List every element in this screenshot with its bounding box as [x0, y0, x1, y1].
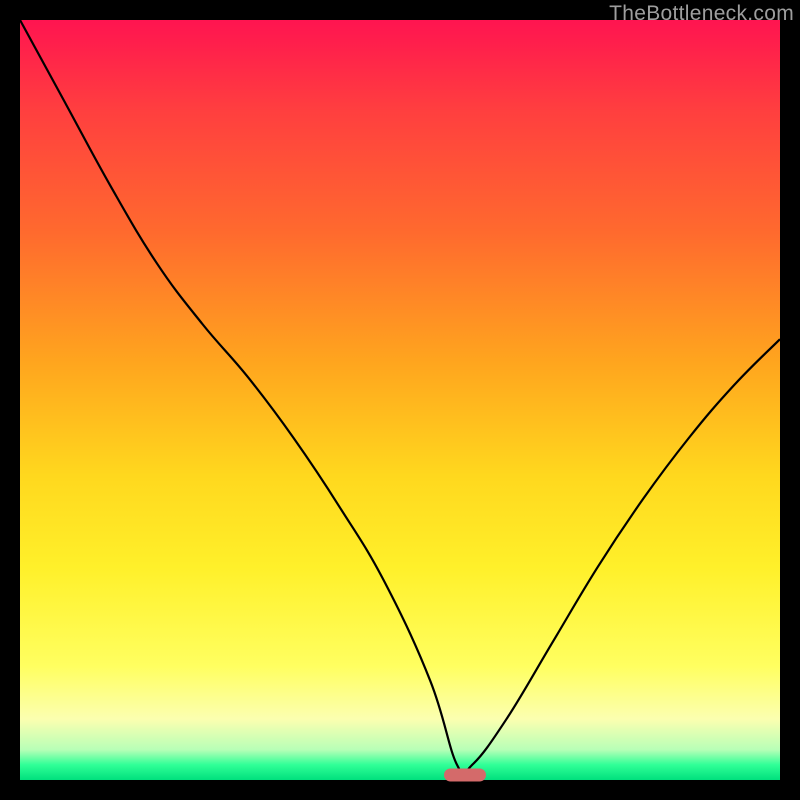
chart-frame: [20, 20, 780, 780]
optimal-point-marker: [444, 769, 486, 782]
bottleneck-curve: [20, 20, 780, 780]
